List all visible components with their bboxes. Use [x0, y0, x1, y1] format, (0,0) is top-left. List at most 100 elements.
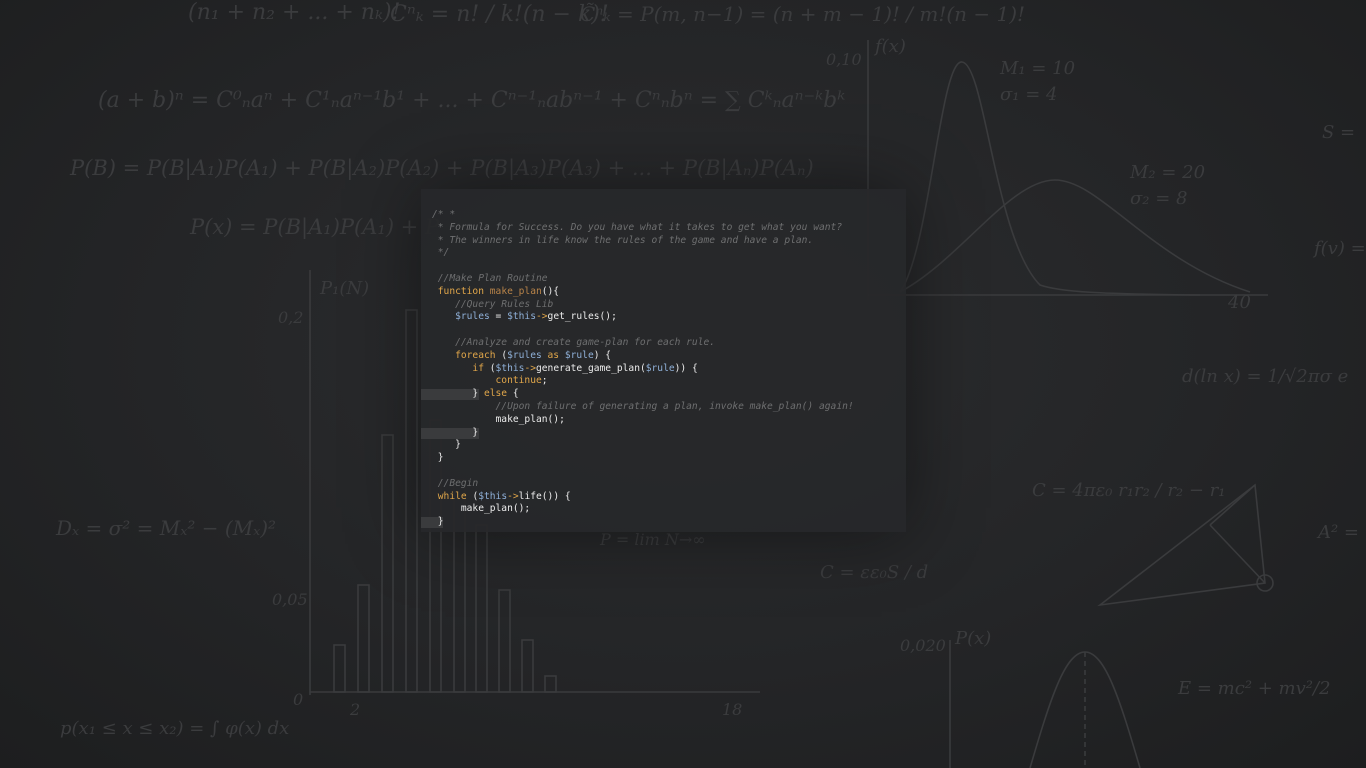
- code-line: */: [432, 247, 854, 260]
- code-token: $this: [495, 362, 525, 374]
- code-line: }: [432, 427, 854, 440]
- code-token: make_plan();: [432, 503, 531, 515]
- code-token: $rule: [645, 362, 675, 374]
- formula: C = εε₀S / d: [820, 562, 929, 583]
- formula: A² =: [1318, 522, 1360, 543]
- code-token: generate_game_plan(: [536, 362, 646, 374]
- formula: P(B) = P(B|A₁)P(A₁) + P(B|A₂)P(A₂) + P(B…: [70, 156, 814, 180]
- code-token: $rules: [455, 311, 490, 323]
- code-line: //Begin: [432, 478, 854, 491]
- code-line: * Formula for Success. Do you have what …: [432, 222, 854, 235]
- code-line: * The winners in life know the rules of …: [432, 235, 854, 248]
- formula: Dₓ = σ² = Mₓ² − (Mₓ)²: [56, 516, 277, 540]
- formula: 0,10: [826, 50, 862, 69]
- formula: f(x): [875, 36, 906, 57]
- code-line: /* *: [432, 209, 854, 222]
- code-token: foreach: [432, 349, 502, 361]
- code-token: $rule: [564, 349, 594, 361]
- code-line: }: [432, 516, 854, 529]
- code-token: make_plan: [489, 285, 542, 297]
- code-line: }: [432, 452, 854, 465]
- code-token: * The winners in life know the rules of …: [432, 234, 814, 246]
- code-token: ->: [524, 362, 536, 374]
- code-token: //Query Rules Lib: [432, 298, 554, 310]
- formula: C = 4πε₀ r₁r₂ / r₂ − r₁: [1032, 480, 1226, 501]
- formula: P₁(N): [320, 278, 370, 299]
- code-token: }: [432, 426, 479, 438]
- code-line: $rules = $this->get_rules();: [432, 311, 854, 324]
- histogram-bar: [405, 309, 418, 693]
- triangle: [1097, 483, 1266, 607]
- code-token: //Analyze and create game-plan for each …: [432, 336, 716, 348]
- code-token: life()) {: [518, 490, 571, 502]
- code-token: if: [432, 362, 490, 374]
- code-line: //Upon failure of generating a plan, inv…: [432, 401, 854, 414]
- code-block: /* * * Formula for Success. Do you have …: [432, 209, 854, 529]
- code-token: make_plan();: [432, 413, 565, 425]
- code-line: make_plan();: [432, 414, 854, 427]
- code-line: foreach ($rules as $rule) {: [432, 350, 854, 363]
- histogram-bar: [498, 589, 511, 693]
- code-token: }: [432, 388, 484, 400]
- code-token: ->: [507, 490, 519, 502]
- histogram-bar: [475, 524, 488, 693]
- code-token: while: [432, 490, 473, 502]
- formula: (a + b)ⁿ = C⁰ₙaⁿ + C¹ₙaⁿ⁻¹b¹ + ... + Cⁿ⁻…: [98, 88, 846, 113]
- code-token: (){: [541, 285, 560, 297]
- formula: σ₂ = 8: [1130, 188, 1188, 209]
- code-line: //Analyze and create game-plan for each …: [432, 337, 854, 350]
- code-token: }: [432, 439, 461, 451]
- formula: 2: [350, 700, 361, 719]
- code-line: while ($this->life()) {: [432, 491, 854, 504]
- formula: M₁ = 10: [1000, 58, 1076, 79]
- code-token: =: [489, 311, 508, 323]
- code-token: continue: [432, 375, 542, 387]
- histogram-bar: [521, 639, 534, 693]
- formula: P = lim N→∞: [600, 530, 706, 549]
- triangle-line: [1209, 524, 1266, 584]
- formula: M₂ = 20: [1130, 162, 1206, 183]
- histogram-bar: [357, 584, 370, 693]
- code-token: //Upon failure of generating a plan, inv…: [432, 400, 854, 412]
- code-token: get_rules();: [547, 311, 617, 323]
- code-line: continue;: [432, 375, 854, 388]
- formula: p(x₁ ≤ x ≤ x₂) = ∫ φ(x) dx: [60, 718, 290, 739]
- formula: 0,020: [900, 636, 946, 655]
- code-line: function make_plan(){: [432, 286, 854, 299]
- formula: 0,2: [278, 308, 304, 327]
- code-line: make_plan();: [432, 503, 854, 516]
- formula: (n₁ + n₂ + ... + nₖ)!: [188, 0, 401, 25]
- code-line: if ($this->generate_game_plan($rule)) {: [432, 363, 854, 376]
- code-token: }: [432, 516, 444, 528]
- histogram-bar: [544, 675, 557, 693]
- histogram-bar: [333, 644, 346, 693]
- code-token: as: [541, 349, 565, 361]
- formula: 18: [722, 700, 743, 719]
- formula: f(v) =: [1314, 238, 1366, 259]
- formula: C̃ⁿₖ = P(m, n−1) = (n + m − 1)! / m!(n −…: [580, 2, 1026, 26]
- bell-curve: [899, 179, 1251, 293]
- formula: 0,05: [272, 590, 308, 609]
- code-line: //Make Plan Routine: [432, 273, 854, 286]
- code-token: $rules: [507, 349, 542, 361]
- code-token: * Formula for Success. Do you have what …: [432, 221, 843, 233]
- code-line: }: [432, 439, 854, 452]
- formula: P(x) = P(B|A₁)P(A₁) + P: [190, 215, 440, 239]
- code-token: $this: [478, 490, 508, 502]
- formula: P(x): [955, 628, 992, 649]
- code-token: )) {: [674, 362, 698, 374]
- formula: 0: [293, 690, 304, 709]
- code-token: ) {: [593, 349, 612, 361]
- code-line: //Query Rules Lib: [432, 299, 854, 312]
- formula: σ₁ = 4: [1000, 84, 1058, 105]
- formula: S =: [1322, 122, 1356, 143]
- code-token: //Make Plan Routine: [432, 272, 548, 284]
- code-token: ;: [541, 375, 548, 387]
- code-token: {: [507, 388, 519, 400]
- histogram-bar: [381, 434, 394, 693]
- formula: d(ln x) = 1/√2πσ e: [1182, 366, 1349, 387]
- code-token: */: [432, 247, 450, 259]
